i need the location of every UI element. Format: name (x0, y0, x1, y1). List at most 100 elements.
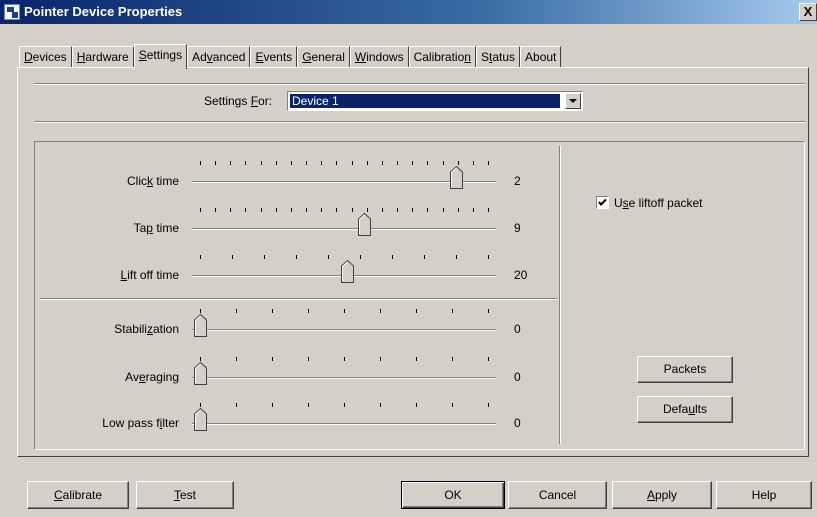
low-pass-filter-slider-thumb[interactable] (194, 408, 207, 431)
stabilization-value: 0 (514, 322, 521, 336)
stabilization-tick (344, 309, 345, 313)
stabilization-slider[interactable] (192, 329, 496, 331)
click-time-tick (215, 161, 216, 165)
low-pass-filter-tick (380, 403, 381, 407)
packets-button[interactable]: Packets (637, 356, 733, 383)
lift-off-time-tick (328, 255, 329, 259)
tab-advanced[interactable]: Advanced (187, 46, 251, 68)
tab-events[interactable]: Events (250, 46, 298, 68)
click-time-tick (397, 161, 398, 165)
low-pass-filter-tick (488, 403, 489, 407)
ok-button[interactable]: OK (401, 481, 505, 509)
click-time-tick (200, 161, 201, 165)
calibrate-button[interactable]: Calibrate (27, 481, 129, 509)
tap-time-tick (473, 208, 474, 212)
averaging-tick (308, 357, 309, 361)
tap-time-tick (261, 208, 262, 212)
click-time-label: Click time (126, 174, 179, 188)
click-time-tick (336, 161, 337, 165)
click-time-slider-thumb[interactable] (450, 166, 463, 189)
click-time-tick (443, 161, 444, 165)
tap-time-tick (382, 208, 383, 212)
stabilization-tick (452, 309, 453, 313)
tab-settings[interactable]: Settings (133, 44, 188, 69)
defaults-button[interactable]: Defaults (637, 396, 733, 423)
tap-time-tick (458, 208, 459, 212)
low-pass-filter-tick (452, 403, 453, 407)
stabilization-tick (236, 309, 237, 313)
low-pass-filter-tick (200, 403, 201, 407)
low-pass-filter-slider[interactable] (192, 423, 496, 425)
tap-time-tick (443, 208, 444, 212)
stabilization-tick (308, 309, 309, 313)
click-time-tick (382, 161, 383, 165)
click-time-tick (367, 161, 368, 165)
low-pass-filter-value: 0 (514, 416, 521, 430)
tap-time-tick (200, 208, 201, 212)
title-bar: Pointer Device Properties (0, 0, 817, 24)
app-icon (4, 4, 20, 20)
window-title: Pointer Device Properties (24, 4, 183, 19)
stabilization-slider-thumb[interactable] (194, 314, 207, 337)
averaging-tick (200, 357, 201, 361)
lift-off-time-label: Lift off time (120, 268, 179, 282)
averaging-slider-thumb[interactable] (194, 362, 207, 385)
tab-about[interactable]: About (520, 46, 562, 68)
tap-time-tick (488, 208, 489, 212)
tab-strip: Devices Hardware Settings Advanced Event… (19, 44, 562, 69)
stabilization-label: Stabilization (114, 322, 179, 336)
tap-time-tick (245, 208, 246, 212)
averaging-value: 0 (514, 370, 521, 384)
tab-general[interactable]: General (297, 46, 350, 68)
lift-off-time-tick (424, 255, 425, 259)
low-pass-filter-tick (308, 403, 309, 407)
click-time-tick (473, 161, 474, 165)
test-button[interactable]: Test (136, 481, 234, 509)
click-time-tick (230, 161, 231, 165)
averaging-label: Averaging (125, 370, 179, 384)
click-time-tick (276, 161, 277, 165)
checkmark-icon (598, 198, 607, 206)
close-button[interactable]: X (799, 3, 817, 21)
tap-time-tick (306, 208, 307, 212)
click-time-tick (306, 161, 307, 165)
averaging-tick (236, 357, 237, 361)
low-pass-filter-tick (272, 403, 273, 407)
tab-devices[interactable]: Devices (19, 46, 72, 68)
click-time-tick (412, 161, 413, 165)
averaging-tick (344, 357, 345, 361)
click-time-tick (291, 161, 292, 165)
stabilization-tick (272, 309, 273, 313)
averaging-tick (488, 357, 489, 361)
tap-time-tick (321, 208, 322, 212)
tab-windows[interactable]: Windows (349, 46, 409, 68)
lift-off-time-slider-thumb[interactable] (341, 260, 354, 283)
cancel-button[interactable]: Cancel (508, 481, 607, 509)
averaging-slider[interactable] (192, 377, 496, 379)
tap-time-slider-thumb[interactable] (358, 213, 371, 236)
use-liftoff-label[interactable]: Use liftoff packet (614, 196, 703, 210)
apply-button[interactable]: Apply (612, 481, 712, 509)
tap-time-tick (397, 208, 398, 212)
help-button[interactable]: Help (716, 481, 812, 509)
click-time-tick (488, 161, 489, 165)
tap-time-tick (352, 208, 353, 212)
averaging-tick (416, 357, 417, 361)
click-time-tick (352, 161, 353, 165)
tab-hardware[interactable]: Hardware (71, 46, 134, 68)
tap-time-tick (276, 208, 277, 212)
settings-for-label: Settings For: (204, 94, 273, 108)
stabilization-tick (416, 309, 417, 313)
low-pass-filter-label: Low pass filter (102, 416, 179, 430)
use-liftoff-checkbox[interactable] (596, 196, 609, 209)
tab-calibration[interactable]: Calibration (408, 46, 476, 68)
chevron-down-icon[interactable] (565, 93, 581, 109)
tap-time-label: Tap time (133, 221, 179, 235)
click-time-tick (458, 161, 459, 165)
tap-time-tick (291, 208, 292, 212)
tab-status[interactable]: Status (475, 46, 521, 68)
lift-off-time-tick (360, 255, 361, 259)
settings-for-dropdown[interactable]: Device 1 (287, 91, 583, 111)
slider-group-divider (40, 298, 557, 300)
tap-time-slider[interactable] (192, 228, 496, 230)
